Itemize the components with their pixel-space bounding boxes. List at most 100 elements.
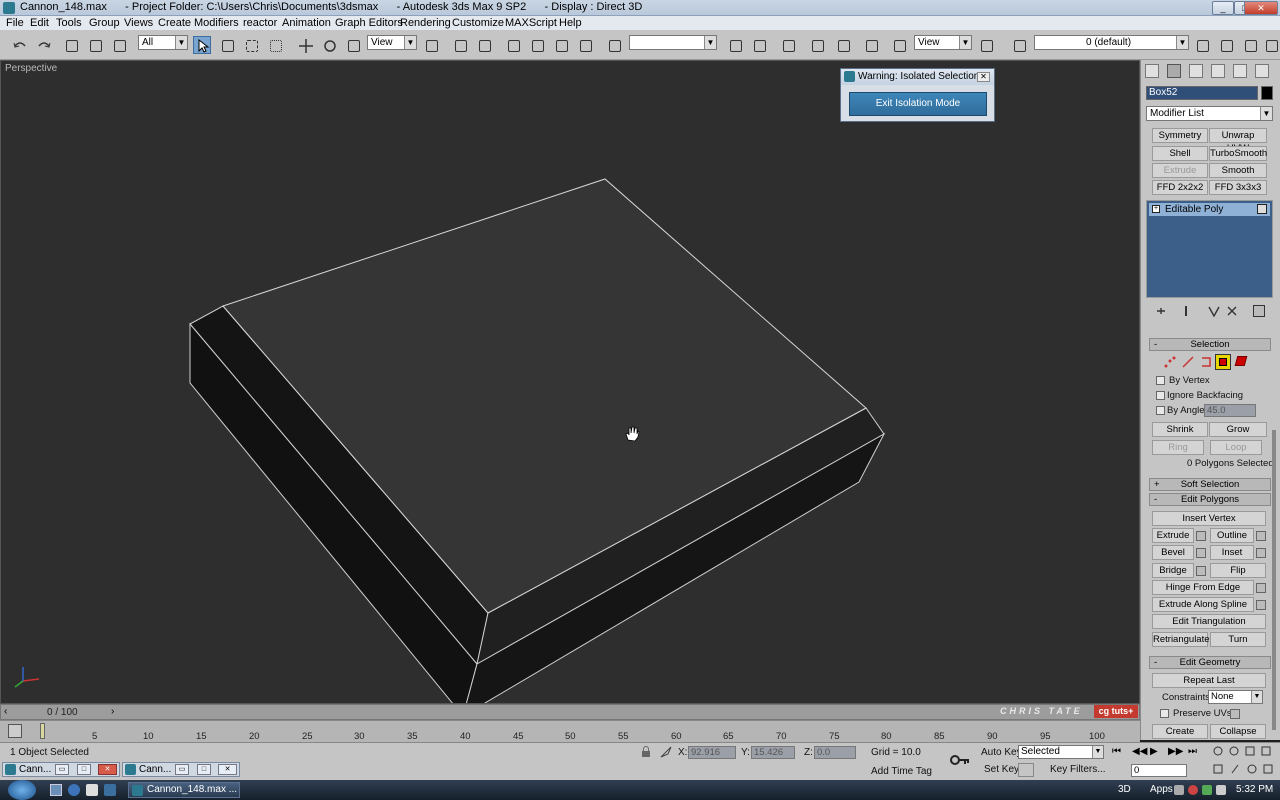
keyboard-shortcut-icon[interactable]: [475, 36, 493, 54]
material-editor-icon[interactable]: [862, 36, 880, 54]
stack-item-editable-poly[interactable]: Editable Poly: [1149, 203, 1270, 216]
bevel-button[interactable]: Bevel: [1152, 545, 1194, 560]
preserve-uvs-settings-icon[interactable]: [1230, 709, 1240, 719]
menu-animation[interactable]: Animation: [282, 17, 331, 29]
close-icon[interactable]: ✕: [98, 764, 117, 775]
rect-selection-icon[interactable]: [242, 36, 260, 54]
utilities-tab-icon[interactable]: [1255, 64, 1269, 78]
loop-button[interactable]: Loop: [1210, 440, 1262, 455]
select-by-name-icon[interactable]: [218, 36, 236, 54]
app-icon[interactable]: [3, 2, 15, 14]
menu-group[interactable]: Group: [89, 17, 120, 29]
inset-settings-icon[interactable]: [1256, 548, 1266, 558]
object-name-field[interactable]: Box52: [1146, 86, 1258, 100]
absolute-mode-icon[interactable]: [660, 746, 672, 758]
next-frame-icon[interactable]: ▶▶: [1168, 746, 1183, 758]
preserve-uvs-checkbox[interactable]: [1160, 709, 1169, 718]
tray-icon[interactable]: [1188, 785, 1198, 795]
edit-named-sel-icon[interactable]: [605, 36, 623, 54]
go-to-start-icon[interactable]: ⏮: [1112, 746, 1126, 758]
mirror-icon[interactable]: [726, 36, 744, 54]
taskbar-task-3dsmax[interactable]: Cannon_148.max ...: [128, 782, 240, 798]
by-vertex-checkbox[interactable]: [1156, 376, 1165, 385]
bridge-button[interactable]: Bridge: [1152, 563, 1194, 578]
create-layer-icon[interactable]: [1193, 36, 1211, 54]
redo-icon[interactable]: [34, 36, 52, 54]
insert-vertex-button[interactable]: Insert Vertex: [1152, 511, 1266, 526]
unlink-icon[interactable]: [86, 36, 104, 54]
app-shortcut-icon[interactable]: [86, 784, 98, 796]
prev-frame-icon[interactable]: ‹: [4, 706, 7, 717]
selection-rollout-header[interactable]: - Selection: [1149, 338, 1271, 351]
add-to-layer-icon[interactable]: [1217, 36, 1235, 54]
turbosmooth-button[interactable]: TurboSmooth: [1209, 146, 1267, 161]
play-icon[interactable]: ▶: [1150, 746, 1164, 758]
snap-toggle-icon[interactable]: [504, 36, 522, 54]
by-angle-checkbox[interactable]: [1156, 406, 1165, 415]
percent-snap-icon[interactable]: [552, 36, 570, 54]
start-button[interactable]: [8, 780, 36, 800]
retriangulate-button[interactable]: Retriangulate: [1152, 632, 1210, 647]
minimized-window-1[interactable]: Cann... ▭ □ ✕: [2, 762, 120, 777]
edit-triangulation-button[interactable]: Edit Triangulation: [1152, 614, 1266, 629]
flip-button[interactable]: Flip: [1210, 563, 1266, 578]
close-icon[interactable]: ✕: [218, 764, 237, 775]
extrude-button[interactable]: Extrude: [1152, 528, 1194, 543]
collapse-button[interactable]: Collapse: [1210, 724, 1266, 739]
render-setup-icon[interactable]: [890, 36, 908, 54]
unwrap-uvw-button[interactable]: Unwrap UVW: [1209, 128, 1267, 154]
edit-polygons-rollout-header[interactable]: - Edit Polygons: [1149, 493, 1271, 506]
ref-coord-dropdown[interactable]: View ▼: [367, 35, 417, 50]
box-model[interactable]: [1, 61, 1139, 703]
menu-tools[interactable]: Tools: [56, 17, 82, 29]
z-coordinate-field[interactable]: 0.0: [814, 746, 856, 759]
inset-button[interactable]: Inset: [1210, 545, 1254, 560]
viewport-navigation-controls[interactable]: [1212, 745, 1278, 779]
angle-spinner[interactable]: 45.0: [1204, 404, 1256, 417]
symmetry-button[interactable]: Symmetry: [1152, 128, 1208, 143]
perspective-viewport[interactable]: [0, 60, 1140, 704]
add-time-tag-button[interactable]: Add Time Tag: [871, 766, 932, 777]
remove-modifier-icon[interactable]: [1226, 305, 1238, 317]
menu-modifiers[interactable]: Modifiers: [194, 17, 239, 29]
element-mode-icon[interactable]: [1234, 356, 1248, 368]
motion-tab-icon[interactable]: [1211, 64, 1225, 78]
select-link-icon[interactable]: [62, 36, 80, 54]
expand-icon[interactable]: +: [1152, 205, 1160, 213]
angle-snap-icon[interactable]: [528, 36, 546, 54]
shrink-button[interactable]: Shrink: [1152, 422, 1208, 437]
minimize-button[interactable]: _: [1212, 1, 1234, 15]
time-slider[interactable]: ‹ 0 / 100 ›: [0, 704, 1140, 720]
y-coordinate-field[interactable]: 15.426: [751, 746, 795, 759]
set-key-button[interactable]: Set Key: [984, 764, 1019, 775]
schematic-view-icon[interactable]: [834, 36, 852, 54]
vertex-mode-icon[interactable]: [1164, 356, 1176, 368]
tray-apps-label[interactable]: Apps: [1150, 784, 1173, 795]
x-coordinate-field[interactable]: 92.916: [688, 746, 736, 759]
key-filters-button[interactable]: Key Filters...: [1050, 764, 1106, 775]
current-frame-field[interactable]: 0: [1131, 764, 1187, 777]
auto-key-button[interactable]: Auto Key: [981, 747, 1022, 758]
set-current-layer-icon[interactable]: [1262, 36, 1280, 54]
show-desktop-icon[interactable]: [50, 784, 62, 796]
show-end-result-icon[interactable]: [1180, 305, 1192, 317]
viewport-label[interactable]: Perspective: [5, 63, 57, 74]
outline-button[interactable]: Outline: [1210, 528, 1254, 543]
select-manipulate-icon[interactable]: [451, 36, 469, 54]
turn-button[interactable]: Turn: [1210, 632, 1266, 647]
align-icon[interactable]: [750, 36, 768, 54]
extrude-settings-icon[interactable]: [1196, 531, 1206, 541]
ffd-3x3x3-button[interactable]: FFD 3x3x3: [1209, 180, 1267, 195]
bind-spacewarp-icon[interactable]: [110, 36, 128, 54]
create-button[interactable]: Create: [1152, 724, 1208, 739]
scale-icon[interactable]: [344, 36, 362, 54]
outline-settings-icon[interactable]: [1256, 531, 1266, 541]
menu-rendering[interactable]: Rendering: [400, 17, 451, 29]
soft-selection-rollout-header[interactable]: + Soft Selection: [1149, 478, 1271, 491]
constraints-dropdown[interactable]: None ▼: [1208, 690, 1263, 704]
stack-toggle-icon[interactable]: [1257, 204, 1267, 214]
bevel-settings-icon[interactable]: [1196, 548, 1206, 558]
volume-icon[interactable]: [1216, 785, 1226, 795]
hierarchy-tab-icon[interactable]: [1189, 64, 1203, 78]
make-unique-icon[interactable]: [1208, 305, 1220, 318]
